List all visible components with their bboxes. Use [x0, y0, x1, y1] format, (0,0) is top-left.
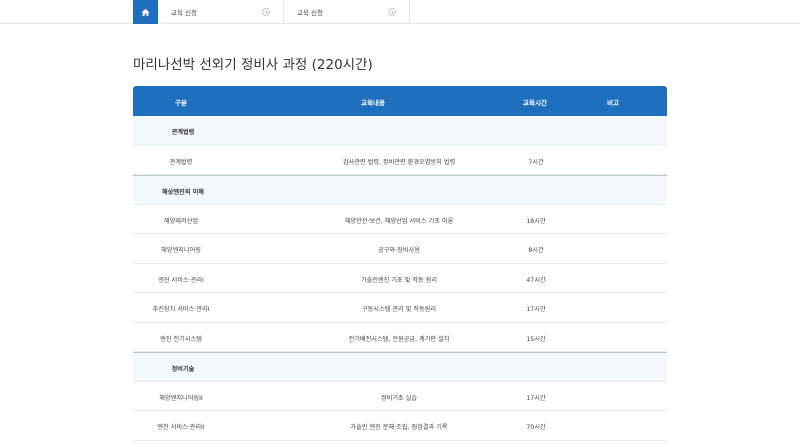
breadcrumb-label: 교육 신청	[171, 9, 197, 17]
top-navigation-bar: 교육 신청 교육 신청	[0, 0, 800, 24]
category-cell: 엔진 서비스·관리I	[158, 276, 204, 284]
table-section-row: 해상엔진의 이해	[133, 175, 667, 205]
hours-cell: 8시간	[528, 247, 544, 254]
category-cell: 해양레저산업	[163, 217, 199, 225]
breadcrumb-label: 교육 신청	[297, 9, 323, 17]
hours-cell: 47시간	[526, 276, 546, 284]
table-row: 해양레저산업 해양안전·보건, 해양산업 서비스 기초 이론 18시간	[133, 205, 667, 234]
page-title: 마리나선박 선외기 정비사 과정 (220시간)	[133, 57, 373, 73]
category-cell: 추진장치 서비스·관리I	[152, 306, 210, 313]
column-header-note: 비고	[607, 99, 619, 107]
column-header-category: 구분	[175, 99, 187, 107]
home-icon	[141, 8, 150, 16]
column-header-content: 교육내용	[361, 99, 385, 107]
section-title: 해상엔진의 이해	[161, 189, 204, 196]
table-row: 엔진 전기시스템 전기배전시스템, 전원공급, 계기판 설치 15시간	[133, 323, 667, 352]
category-cell: 엔진 서비스·관리II	[157, 424, 205, 431]
plus-circle-icon	[388, 8, 396, 16]
table-section-row: 관계법령	[133, 116, 667, 146]
section-title: 정비기술	[171, 366, 195, 373]
home-button[interactable]	[133, 0, 158, 24]
table-row: 해양엔지니어링II 정비기초 실습 17시간	[133, 382, 667, 411]
table-row: 엔진 서비스·관리II 가솔린 엔진 분해·조립, 점검결과 기록 70시간	[133, 411, 667, 441]
table-row: 추진장치 서비스·관리I 구동시스템 관리 및 작동원리 17시간	[133, 293, 667, 323]
table-row: 해양엔지니어링 공구와 장비사용 8시간	[133, 234, 667, 264]
hours-cell: 15시간	[526, 335, 546, 343]
category-cell: 해양엔지니어링	[161, 247, 201, 254]
column-header-hours: 교육시간	[523, 99, 547, 107]
plus-circle-icon	[262, 8, 270, 16]
hours-cell: 17시간	[526, 306, 546, 313]
curriculum-table: 구분 교육내용 교육시간 비고 관계법령 관계법령 검사관련 법령, 정비관련 환경…	[133, 86, 667, 441]
table-section-row: 정비기술	[133, 352, 667, 382]
section-title: 관계법령	[171, 129, 195, 136]
hours-cell: 18시간	[526, 217, 546, 225]
breadcrumb-menu-1[interactable]: 교육 신청	[158, 0, 284, 24]
category-cell: 관계법령	[169, 158, 193, 166]
table-row: 엔진 서비스·관리I 가솔린엔진 기초 및 작동 원리 47시간	[133, 264, 667, 293]
hours-cell: 70시간	[526, 424, 546, 431]
category-cell: 해양엔지니어링II	[159, 394, 203, 402]
category-cell: 엔진 전기시스템	[160, 335, 202, 343]
table-body: 관계법령 관계법령 검사관련 법령, 정비관련 환경오염방지 법령 7시간 해상엔진의 …	[133, 116, 667, 441]
table-header: 구분 교육내용 교육시간 비고	[133, 86, 667, 116]
hours-cell: 17시간	[526, 394, 546, 402]
table-row: 관계법령 검사관련 법령, 정비관련 환경오염방지 법령 7시간	[133, 146, 667, 175]
hours-cell: 7시간	[528, 158, 544, 166]
breadcrumb-menu-2[interactable]: 교육 신청	[284, 0, 410, 24]
